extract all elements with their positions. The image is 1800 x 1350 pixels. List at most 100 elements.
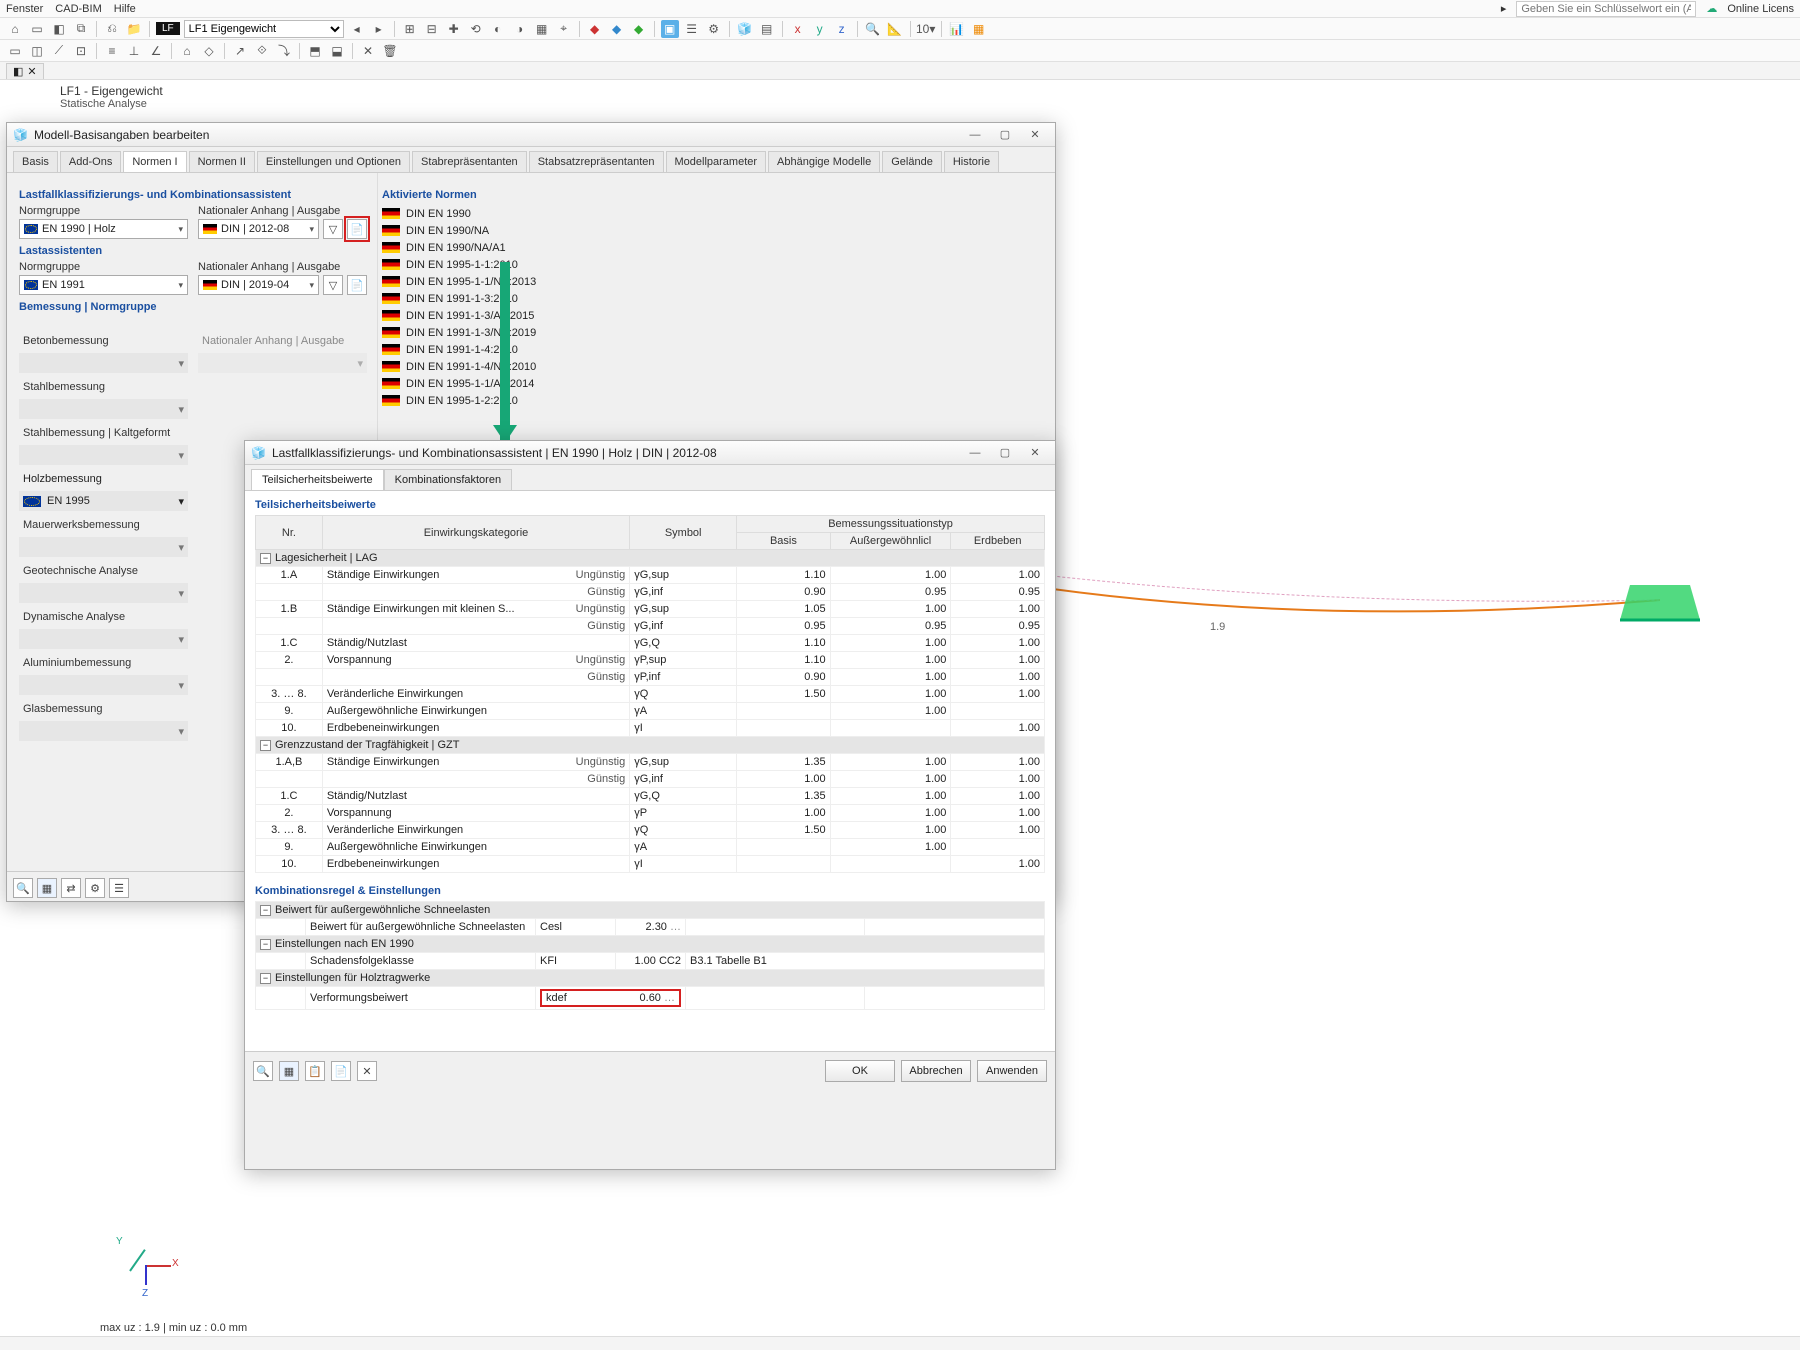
tb-icon[interactable]: ⊡	[72, 42, 90, 60]
collapse-icon[interactable]: −	[260, 553, 271, 564]
tb-icon[interactable]: 📐	[886, 20, 904, 38]
apply-button[interactable]: Anwenden	[977, 1060, 1047, 1082]
copy-button[interactable]: ⇄	[61, 878, 81, 898]
dialog-tab[interactable]: Stabsatzrepräsentanten	[529, 151, 664, 172]
tb-icon[interactable]: ◧	[50, 20, 68, 38]
tb-icon[interactable]: ∠	[147, 42, 165, 60]
tb-icon[interactable]: ▤	[758, 20, 776, 38]
grid-button[interactable]: ▦	[37, 878, 57, 898]
doc-tab[interactable]: ◧✕	[6, 63, 44, 79]
dialog-tab[interactable]: Gelände	[882, 151, 942, 172]
maximize-button[interactable]: ▢	[991, 444, 1019, 462]
menu-item[interactable]: Fenster	[6, 3, 43, 15]
menu-item[interactable]: Hilfe	[114, 3, 136, 15]
dialog-tab[interactable]: Normen I	[123, 151, 186, 172]
tb-icon[interactable]: ✚	[445, 20, 463, 38]
minimize-button[interactable]: —	[961, 126, 989, 144]
tb-icon[interactable]: x	[789, 20, 807, 38]
collapse-icon[interactable]: −	[260, 939, 271, 950]
close-button[interactable]: ✕	[1021, 126, 1049, 144]
tb-icon[interactable]: z	[833, 20, 851, 38]
tb-icon[interactable]: ☰	[683, 20, 701, 38]
tb-icon[interactable]: ⤵	[275, 42, 293, 60]
settings-button[interactable]: ⚙	[85, 878, 105, 898]
tb-icon[interactable]: ⌂	[6, 20, 24, 38]
tb-icon[interactable]: ⊟	[423, 20, 441, 38]
tb-icon[interactable]: y	[811, 20, 829, 38]
dialog-tab[interactable]: Basis	[13, 151, 58, 172]
tb-icon[interactable]: ⬓	[328, 42, 346, 60]
tb-icon[interactable]: ⊥	[125, 42, 143, 60]
tb-icon[interactable]: ⌖	[555, 20, 573, 38]
tb-icon[interactable]: ≡	[103, 42, 121, 60]
dialog-tab[interactable]: Abhängige Modelle	[768, 151, 880, 172]
dialog-tab[interactable]: Normen II	[189, 151, 255, 172]
tb-icon[interactable]: ◆	[586, 20, 604, 38]
search-button[interactable]: 🔍	[13, 878, 33, 898]
tb-icon[interactable]: ▸	[370, 20, 388, 38]
tb-icon[interactable]: ◆	[630, 20, 648, 38]
open-button[interactable]: 📄	[347, 275, 367, 295]
list-button[interactable]: ☰	[109, 878, 129, 898]
tb-icon[interactable]: ▭	[6, 42, 24, 60]
loadcase-combo[interactable]: LF1 Eigengewicht	[184, 20, 344, 38]
tb-icon[interactable]: ▭	[28, 20, 46, 38]
tb-icon[interactable]: ⚙	[705, 20, 723, 38]
dialog-tab[interactable]: Einstellungen und Optionen	[257, 151, 410, 172]
tb-icon[interactable]: ⟐	[253, 42, 271, 60]
license-status[interactable]: ☁	[1706, 2, 1717, 15]
tb-icon[interactable]: 📁	[125, 20, 143, 38]
holz-combo[interactable]: EN 1995▾	[19, 491, 188, 511]
tb-icon[interactable]: ▦	[533, 20, 551, 38]
normgruppe2-combo[interactable]: EN 1991▾	[19, 275, 188, 295]
tb-icon[interactable]: ⌂	[178, 42, 196, 60]
ok-button[interactable]: OK	[825, 1060, 895, 1082]
normgruppe-combo[interactable]: EN 1990 | Holz▾	[19, 219, 188, 239]
delete-button[interactable]: ✕	[357, 1061, 377, 1081]
keyword-search[interactable]	[1516, 1, 1696, 17]
minimize-button[interactable]: —	[961, 444, 989, 462]
tb-icon[interactable]: ↗	[231, 42, 249, 60]
tb-icon[interactable]: 10▾	[917, 20, 935, 38]
open-assistant-button[interactable]: 📄	[347, 219, 367, 239]
tb-icon[interactable]: ⊞	[401, 20, 419, 38]
filter-button[interactable]: ▽	[323, 219, 343, 239]
collapse-icon[interactable]: −	[260, 740, 271, 751]
din2-combo[interactable]: DIN | 2019-04▾	[198, 275, 319, 295]
tb-icon[interactable]: ◆	[608, 20, 626, 38]
close-button[interactable]: ✕	[1021, 444, 1049, 462]
tab-teilsicherheit[interactable]: Teilsicherheitsbeiwerte	[251, 469, 384, 490]
collapse-icon[interactable]: −	[260, 973, 271, 984]
dialog-tab[interactable]: Add-Ons	[60, 151, 121, 172]
filter-button[interactable]: ▽	[323, 275, 343, 295]
copy-button[interactable]: 📋	[305, 1061, 325, 1081]
menu-item[interactable]: CAD-BIM	[55, 3, 101, 15]
tb-icon[interactable]: 🗑	[381, 42, 399, 60]
tb-icon[interactable]: ◑	[511, 20, 529, 38]
tb-icon[interactable]: ▦	[970, 20, 988, 38]
tb-icon[interactable]: ⟲	[467, 20, 485, 38]
tb-icon[interactable]: ◇	[200, 42, 218, 60]
dialog-tab[interactable]: Stabrepräsentanten	[412, 151, 527, 172]
search-button[interactable]: 🔍	[253, 1061, 273, 1081]
tb-icon[interactable]: ⬒	[306, 42, 324, 60]
tb-icon[interactable]: 🧊	[736, 20, 754, 38]
cancel-button[interactable]: Abbrechen	[901, 1060, 971, 1082]
maximize-button[interactable]: ▢	[991, 126, 1019, 144]
collapse-icon[interactable]: −	[260, 905, 271, 916]
tb-icon[interactable]: ⧉	[72, 20, 90, 38]
tb-icon[interactable]: ◂	[348, 20, 366, 38]
tab-kombofaktoren[interactable]: Kombinationsfaktoren	[384, 469, 512, 490]
paste-button[interactable]: 📄	[331, 1061, 351, 1081]
grid-button[interactable]: ▦	[279, 1061, 299, 1081]
din-combo[interactable]: DIN | 2012-08▾	[198, 219, 319, 239]
tb-icon[interactable]: ◫	[28, 42, 46, 60]
tb-icon[interactable]: ▣	[661, 20, 679, 38]
tb-icon[interactable]: 📊	[948, 20, 966, 38]
tb-icon[interactable]: 🔍	[864, 20, 882, 38]
tb-icon[interactable]: ✕	[359, 42, 377, 60]
tb-icon[interactable]: ⎌	[103, 20, 121, 38]
tb-icon[interactable]: ⟋	[50, 42, 68, 60]
dialog-tab[interactable]: Historie	[944, 151, 999, 172]
tb-icon[interactable]: ◐	[489, 20, 507, 38]
